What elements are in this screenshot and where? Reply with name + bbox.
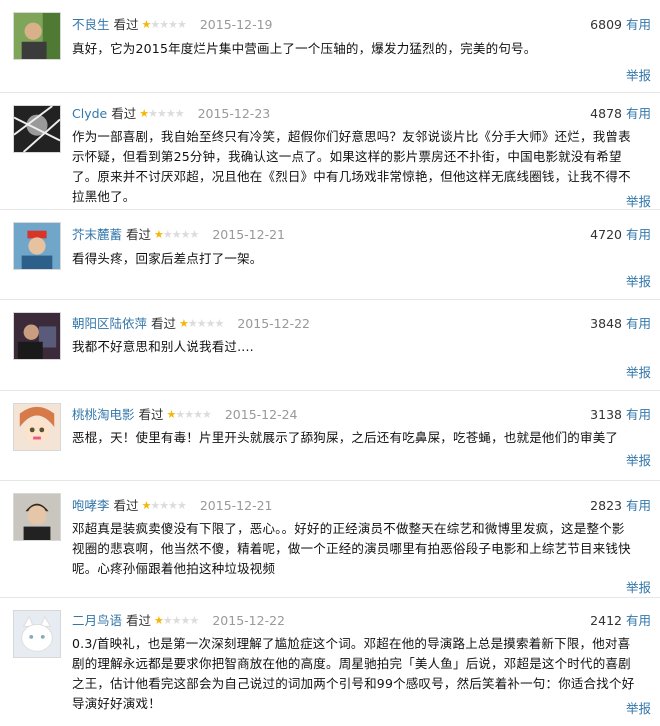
username-link[interactable]: Clyde: [72, 106, 107, 121]
vote-count: 4720: [590, 227, 622, 242]
vote-area: 2412 有用: [590, 612, 651, 630]
review-date: 2015-12-21: [212, 227, 286, 242]
useful-button[interactable]: 有用: [626, 613, 651, 628]
review-meta: 咆哮李 看过 ★★★★★ 2015-12-21: [72, 497, 273, 515]
rating-stars: ★★★★★: [154, 228, 199, 241]
review-meta: Clyde 看过 ★★★★★ 2015-12-23: [72, 105, 270, 123]
review-text: 作为一部喜剧，我自始至终只有冷笑，超假你们好意思吗？友邻说谈片比《分手大师》还烂…: [72, 129, 631, 204]
vote-count: 4878: [590, 106, 622, 121]
review-meta: 桃桃淘电影 看过 ★★★★★ 2015-12-24: [72, 406, 298, 424]
white-cat-avatar[interactable]: [13, 610, 61, 658]
username-link[interactable]: 咆哮李: [72, 498, 110, 513]
review-item: 不良生 看过 ★★★★★ 2015-12-19 6809 有用 真好，它为2015年度烂…: [0, 0, 660, 93]
watched-status: 看过: [126, 613, 152, 628]
username-link[interactable]: 朝阳区陆依萍: [72, 316, 147, 331]
vote-count: 2412: [590, 613, 622, 628]
report-link[interactable]: 举报: [626, 362, 651, 381]
vote-count: 3848: [590, 316, 622, 331]
review-date: 2015-12-22: [237, 316, 311, 331]
rating-stars: ★★★★★: [141, 18, 187, 31]
rating-stars: ★★★★★: [166, 408, 212, 421]
vote-area: 6809 有用: [590, 16, 651, 34]
useful-button[interactable]: 有用: [626, 316, 651, 331]
report-link[interactable]: 举报: [626, 577, 651, 596]
vote-area: 3848 有用: [590, 315, 651, 333]
vote-area: 4878 有用: [590, 105, 651, 123]
review-text: 真好，它为2015年度烂片集中营画上了一个压轴的，爆发力猛烈的，完美的句号。: [72, 41, 537, 56]
vote-area: 3138 有用: [590, 406, 651, 424]
report-link[interactable]: 举报: [626, 191, 651, 210]
review-meta: 二月鸟语 看过 ★★★★★ 2015-12-22: [72, 612, 285, 630]
username-link[interactable]: 二月鸟语: [72, 613, 122, 628]
watched-status: 看过: [138, 407, 164, 422]
rating-stars: ★★★★★: [154, 614, 199, 627]
dark-photo-avatar[interactable]: [13, 312, 61, 360]
review-text: 恶棍，天！使里有毒！片里开头就展示了舔狗屎，之后还有吃鼻屎，吃苍蝇，也就是他们的…: [72, 430, 619, 445]
review-item: 芥末麓蓄 看过 ★★★★★ 2015-12-21 4720 有用 看得头疼，回家后差点打…: [0, 210, 660, 300]
rating-stars: ★★★★★: [179, 317, 224, 330]
watched-status: 看过: [111, 106, 137, 121]
report-link[interactable]: 举报: [626, 271, 651, 290]
vote-area: 2823 有用: [590, 497, 651, 515]
review-item: 二月鸟语 看过 ★★★★★ 2015-12-22 2412 有用 0.3/首映礼，也是第…: [0, 598, 660, 726]
useful-button[interactable]: 有用: [626, 17, 651, 32]
review-item: 桃桃淘电影 看过 ★★★★★ 2015-12-24 3138 有用 恶棍，天！使里有毒！…: [0, 391, 660, 481]
review-meta: 芥末麓蓄 看过 ★★★★★ 2015-12-21: [72, 226, 285, 244]
useful-button[interactable]: 有用: [626, 498, 651, 513]
rating-stars: ★★★★★: [141, 499, 187, 512]
vote-count: 3138: [590, 407, 622, 422]
review-text: 0.3/首映礼，也是第一次深刻理解了尴尬症这个词。邓超在他的导演路上总是摸索着新…: [72, 636, 635, 711]
review-meta: 朝阳区陆依萍 看过 ★★★★★ 2015-12-22: [72, 315, 310, 333]
green-portrait-avatar[interactable]: [13, 12, 61, 60]
review-date: 2015-12-24: [224, 407, 298, 422]
username-link[interactable]: 桃桃淘电影: [72, 407, 135, 422]
review-text: 我都不好意思和别人说我看过....: [72, 339, 254, 354]
review-item: 朝阳区陆依萍 看过 ★★★★★ 2015-12-22 3848 有用 我都不好意思和别人…: [0, 300, 660, 391]
useful-button[interactable]: 有用: [626, 106, 651, 121]
useful-button[interactable]: 有用: [626, 407, 651, 422]
review-date: 2015-12-21: [199, 498, 273, 513]
review-list: 不良生 看过 ★★★★★ 2015-12-19 6809 有用 真好，它为2015年度烂…: [0, 0, 660, 726]
vote-area: 4720 有用: [590, 226, 651, 244]
username-link[interactable]: 不良生: [72, 17, 110, 32]
vote-count: 6809: [590, 17, 622, 32]
watched-status: 看过: [126, 227, 152, 242]
vote-count: 2823: [590, 498, 622, 513]
review-date: 2015-12-23: [197, 106, 271, 121]
username-link[interactable]: 芥末麓蓄: [72, 227, 122, 242]
report-link[interactable]: 举报: [626, 450, 651, 469]
anime-girl-avatar[interactable]: [13, 403, 61, 451]
report-link[interactable]: 举报: [626, 65, 651, 84]
watched-status: 看过: [151, 316, 177, 331]
rating-stars: ★★★★★: [139, 107, 184, 120]
review-item: Clyde 看过 ★★★★★ 2015-12-23 4878 有用 作为一部喜剧，我自始…: [0, 93, 660, 210]
watched-status: 看过: [113, 17, 139, 32]
review-item: 咆哮李 看过 ★★★★★ 2015-12-21 2823 有用 邓超真是装疯卖傻没有下限…: [0, 481, 660, 598]
red-cap-man-avatar[interactable]: [13, 222, 61, 270]
review-meta: 不良生 看过 ★★★★★ 2015-12-19: [72, 16, 273, 34]
black-white-portrait-avatar[interactable]: [13, 105, 61, 153]
man-portrait-avatar[interactable]: [13, 493, 61, 541]
review-text: 邓超真是装疯卖傻没有下限了，恶心。。好好的正经演员不做整天在综艺和微博里发疯，这…: [72, 521, 631, 576]
watched-status: 看过: [113, 498, 139, 513]
review-text: 看得头疼，回家后差点打了一架。: [72, 251, 263, 266]
report-link[interactable]: 举报: [626, 698, 651, 717]
review-date: 2015-12-22: [212, 613, 286, 628]
useful-button[interactable]: 有用: [626, 227, 651, 242]
review-date: 2015-12-19: [199, 17, 273, 32]
